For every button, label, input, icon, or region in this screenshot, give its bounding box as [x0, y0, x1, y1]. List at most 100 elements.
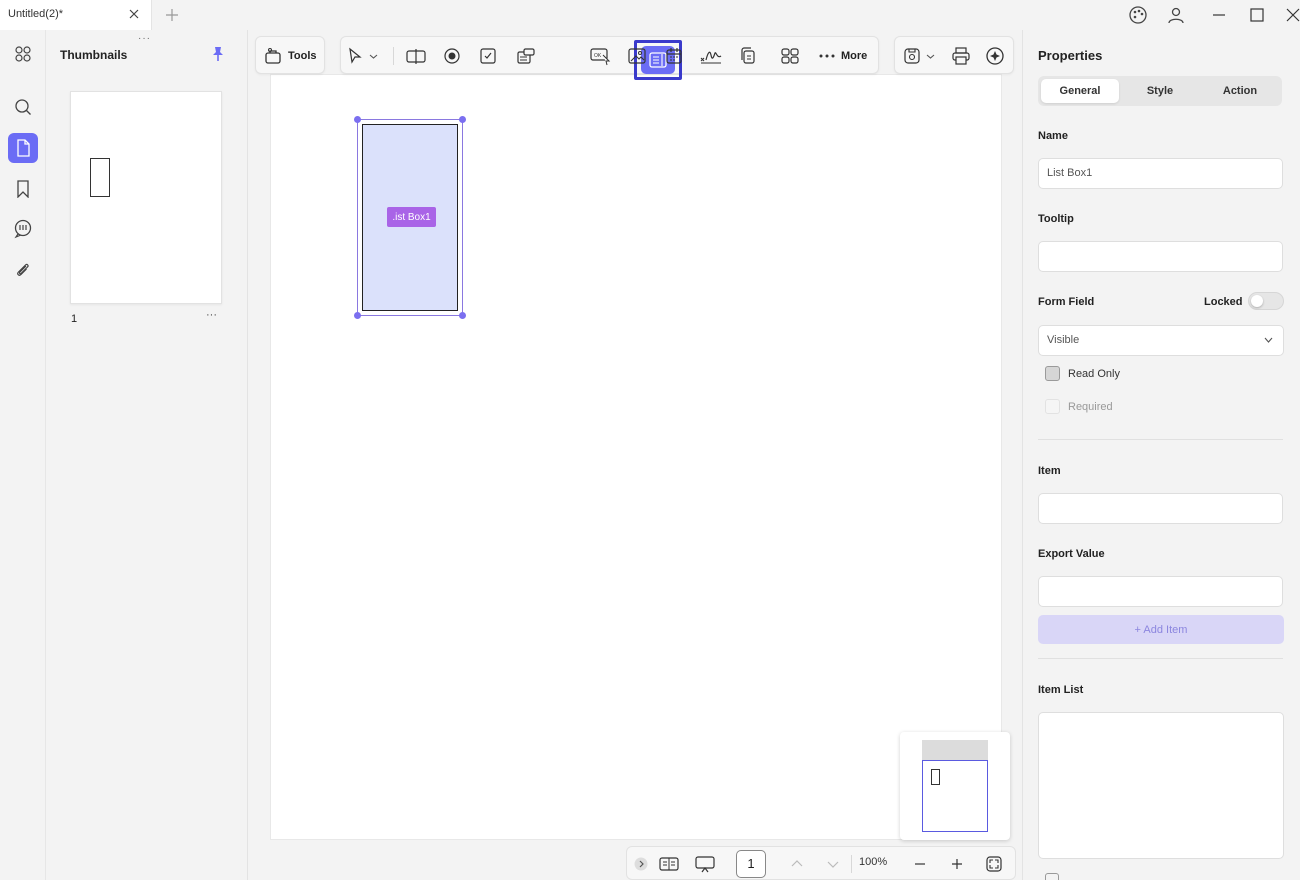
button-tool[interactable]: OK — [588, 43, 614, 69]
presentation-button[interactable] — [693, 852, 717, 876]
previous-page-button[interactable] — [785, 852, 809, 876]
close-window-icon[interactable] — [1283, 5, 1300, 25]
rail-attachments-button[interactable] — [8, 255, 38, 285]
copy-icon — [741, 47, 755, 64]
copy-fields-tool[interactable] — [735, 43, 761, 69]
tooltip-input[interactable] — [1038, 241, 1283, 272]
resize-handle-bottom-right[interactable] — [459, 312, 466, 319]
bottom-navigation-bar: 1 100% — [626, 846, 1016, 880]
grid-icon — [781, 48, 799, 64]
page-minimap[interactable] — [900, 732, 1010, 840]
visibility-select[interactable]: Visible — [1038, 325, 1284, 356]
combo-box-icon — [517, 48, 535, 64]
combo-box-tool[interactable] — [513, 43, 539, 69]
resize-handle-top-left[interactable] — [354, 116, 361, 123]
palette-icon[interactable] — [1128, 5, 1148, 25]
text-field-tool[interactable] — [403, 43, 429, 69]
section-divider — [1038, 439, 1283, 440]
tab-action[interactable]: Action — [1201, 79, 1279, 103]
panel-resize-grip[interactable]: ··· — [138, 33, 151, 44]
radio-button-tool[interactable] — [439, 43, 465, 69]
new-tab-icon[interactable] — [164, 7, 180, 23]
fit-page-icon — [986, 856, 1002, 872]
bottombar-divider — [851, 855, 852, 873]
rail-comments-button[interactable] — [8, 214, 38, 244]
chevron-down-icon — [827, 861, 839, 868]
account-icon[interactable] — [1166, 5, 1186, 25]
page-thumbnail[interactable] — [70, 91, 222, 304]
sort-items-checkbox[interactable] — [1045, 873, 1059, 880]
thumbnail-more-button[interactable]: ··· — [206, 309, 217, 321]
resize-handle-top-right[interactable] — [459, 116, 466, 123]
collapse-bar-button[interactable] — [629, 852, 653, 876]
properties-panel: Properties General Style Action Name Lis… — [1022, 30, 1300, 880]
read-only-checkbox[interactable] — [1045, 366, 1060, 381]
image-field-tool[interactable] — [624, 43, 650, 69]
export-value-input[interactable] — [1038, 576, 1283, 607]
signature-field-tool[interactable] — [698, 43, 724, 69]
save-button[interactable] — [903, 43, 943, 69]
page-layout-button[interactable] — [657, 852, 681, 876]
next-page-button[interactable] — [821, 852, 845, 876]
ai-assistant-icon — [986, 47, 1004, 65]
minus-icon — [915, 863, 925, 865]
minimize-icon[interactable] — [1209, 5, 1229, 25]
rail-apps-button[interactable] — [8, 39, 38, 69]
resize-handle-bottom-left[interactable] — [354, 312, 361, 319]
locked-toggle[interactable] — [1248, 292, 1284, 310]
item-list-box[interactable] — [1038, 712, 1284, 859]
print-icon — [952, 47, 970, 65]
workspace: .ist Box1 Tools OK More 1 100% — [248, 30, 1022, 880]
document-page[interactable]: .ist Box1 — [270, 74, 1002, 840]
minimap-previous-area — [922, 740, 988, 760]
toolbox-icon — [265, 48, 281, 64]
page-number-input[interactable]: 1 — [736, 850, 766, 878]
properties-tabs: General Style Action — [1038, 76, 1282, 106]
calendar-icon — [666, 48, 682, 64]
grid-layout-tool[interactable] — [777, 43, 803, 69]
left-rail — [0, 30, 46, 880]
document-tab[interactable]: Untitled(2)* — [0, 0, 152, 30]
toggle-knob — [1251, 295, 1263, 307]
date-field-tool[interactable] — [661, 43, 687, 69]
paperclip-icon — [17, 263, 29, 276]
presentation-icon — [695, 856, 715, 873]
tools-button[interactable]: Tools — [264, 43, 320, 69]
tooltip-label: Tooltip — [1038, 213, 1074, 225]
add-item-button[interactable]: + Add Item — [1038, 615, 1284, 644]
select-tool-button[interactable] — [347, 43, 387, 69]
minimap-viewport[interactable] — [922, 760, 988, 832]
more-button[interactable]: More — [819, 43, 875, 69]
cursor-icon — [349, 47, 362, 64]
zoom-in-button[interactable] — [945, 852, 969, 876]
output-tools-group — [894, 36, 1014, 74]
document-tab-title: Untitled(2)* — [8, 8, 64, 20]
chevron-up-icon — [791, 860, 803, 867]
zoom-level[interactable]: 100% — [859, 856, 887, 868]
rail-search-button[interactable] — [8, 92, 38, 122]
item-label: Item — [1038, 465, 1061, 477]
bookmark-icon — [17, 180, 29, 198]
fit-page-button[interactable] — [982, 852, 1006, 876]
radio-icon — [444, 48, 460, 64]
item-input[interactable] — [1038, 493, 1283, 524]
required-checkbox[interactable] — [1045, 399, 1060, 414]
signature-icon — [700, 51, 722, 64]
close-tab-icon[interactable] — [127, 7, 141, 21]
read-only-label: Read Only — [1068, 368, 1120, 380]
pin-icon[interactable] — [210, 46, 226, 62]
name-input[interactable]: List Box1 — [1038, 158, 1283, 189]
print-button[interactable] — [948, 43, 974, 69]
rail-thumbnails-button[interactable] — [8, 133, 38, 163]
image-icon — [628, 48, 646, 64]
thumbnail-page-number: 1 — [71, 313, 78, 325]
name-label: Name — [1038, 130, 1068, 142]
ai-assistant-button[interactable] — [982, 43, 1008, 69]
tab-general[interactable]: General — [1041, 79, 1119, 103]
minimap-field-preview — [931, 769, 940, 785]
checkbox-tool[interactable] — [475, 43, 501, 69]
zoom-out-button[interactable] — [908, 852, 932, 876]
maximize-icon[interactable] — [1247, 5, 1267, 25]
rail-bookmarks-button[interactable] — [8, 174, 38, 204]
tab-style[interactable]: Style — [1121, 79, 1199, 103]
